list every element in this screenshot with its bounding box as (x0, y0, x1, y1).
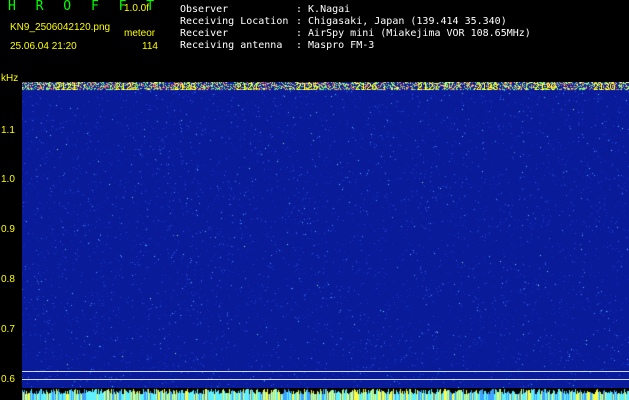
location-label: Receiving Location (180, 16, 289, 27)
y-tick-label: 1.1 (1, 125, 15, 136)
y-tick-label: 0.9 (1, 224, 15, 235)
location-value: : Chigasaki, Japan (139.414 35.340) (296, 16, 507, 27)
observer-label: Observer (180, 4, 229, 15)
x-tick-label: 2125 (296, 82, 319, 93)
header-panel: H R O F F T 1.0.0f KN9_2506042120.png 25… (0, 0, 629, 72)
signal-strip (22, 388, 629, 400)
spectrogram-canvas (22, 82, 629, 400)
observer-value: : K.Nagai (296, 4, 351, 15)
x-tick-label: 2123 (174, 82, 197, 93)
antenna-value: : Maspro FM-3 (296, 40, 375, 51)
marker-line-upper (22, 371, 629, 372)
marker-line-lower (22, 379, 629, 380)
file-name: KN9_2506042120.png (10, 22, 111, 33)
x-tick-label: 2129 (534, 82, 557, 93)
meteor-label: meteor (124, 28, 156, 39)
y-tick-label: 1.0 (1, 174, 15, 185)
x-tick-label: 2128 (476, 82, 499, 93)
meteor-count: 114 (142, 41, 158, 52)
app-version: 1.0.0f (124, 3, 150, 14)
x-tick-label: 2126 (355, 82, 378, 93)
y-tick-label: 0.6 (1, 374, 15, 385)
x-tick-label: 2122 (115, 82, 138, 93)
y-tick-label: 0.8 (1, 274, 15, 285)
y-axis-unit: kHz (1, 73, 19, 84)
receiver-label: Receiver (180, 28, 229, 39)
x-tick-label: 2130 (593, 82, 616, 93)
y-tick-label: 0.7 (1, 324, 15, 335)
capture-datetime: 25.06.04 21:20 (10, 41, 77, 52)
x-tick-label: 2124 (236, 82, 259, 93)
receiver-value: : AirSpy mini (Miakejima VOR 108.65MHz) (296, 28, 531, 39)
antenna-label: Receiving antenna (180, 40, 283, 51)
x-tick-label: 2121 (55, 82, 78, 93)
x-tick-label: 2127 (417, 82, 440, 93)
spectrogram (22, 82, 629, 400)
